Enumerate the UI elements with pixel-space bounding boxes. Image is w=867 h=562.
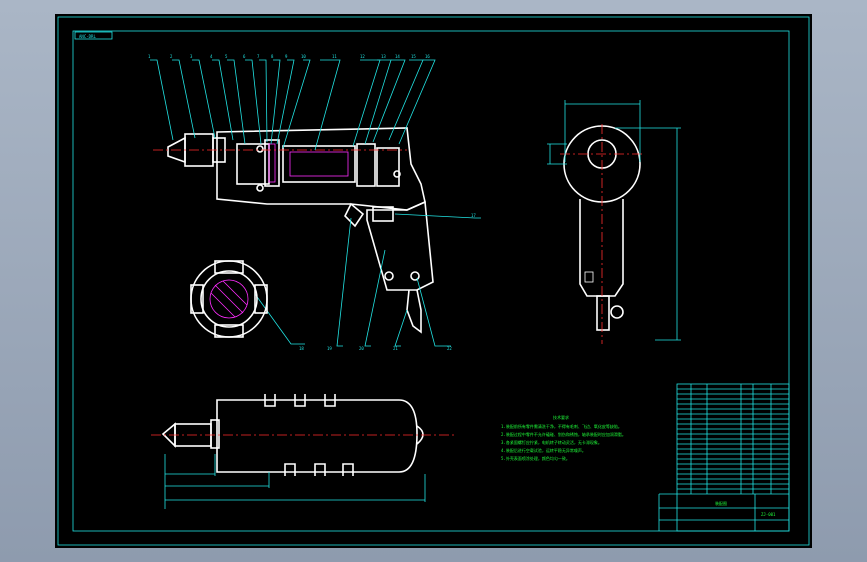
svg-text:13: 13 [381, 54, 386, 59]
svg-text:4.装配后进行空载试验，运转平稳无异常噪声。: 4.装配后进行空载试验，运转平稳无异常噪声。 [501, 447, 586, 453]
svg-text:18: 18 [299, 346, 304, 351]
svg-text:16: 16 [425, 54, 430, 59]
svg-text:17: 17 [471, 213, 476, 218]
svg-text:7: 7 [257, 54, 260, 59]
svg-text:2.装配过程中零件不允许磕碰、划伤和锈蚀，轴承装配时应加润滑: 2.装配过程中零件不允许磕碰、划伤和锈蚀，轴承装配时应加润滑脂。 [501, 431, 626, 437]
svg-text:1: 1 [148, 54, 151, 59]
top-view [151, 394, 455, 509]
screw-2 [256, 184, 264, 192]
svg-text:技术要求: 技术要求 [553, 414, 569, 420]
front-view [547, 100, 681, 344]
trigger [344, 202, 365, 228]
parts-list-rows [677, 388, 789, 490]
corner-tag: ANC-DRL [79, 34, 96, 39]
section-view [190, 260, 268, 338]
svg-text:5: 5 [225, 54, 228, 59]
motor-stator [282, 145, 356, 183]
svg-text:2: 2 [170, 54, 173, 59]
svg-text:6: 6 [243, 54, 246, 59]
svg-text:9: 9 [285, 54, 288, 59]
switch [372, 206, 394, 222]
svg-text:11: 11 [332, 54, 337, 59]
screw-4 [384, 271, 394, 281]
drawing-svg: ANC-DRL 1 2 3 4 5 6 7 8 9 10 11 12 13 14… [57, 16, 810, 546]
bearing-front [264, 139, 280, 187]
power-cord [406, 289, 422, 334]
leader-lines [150, 59, 481, 347]
title-block: 装配图 ZJ-001 [658, 383, 790, 532]
svg-text:8: 8 [271, 54, 274, 59]
svg-text:5.外壳表面喷涂处理，颜色均匀一致。: 5.外壳表面喷涂处理，颜色均匀一致。 [501, 455, 570, 461]
screw-1 [256, 145, 264, 153]
motor-rotor [289, 151, 349, 177]
brush-holder [376, 147, 400, 187]
svg-text:4: 4 [210, 54, 213, 59]
svg-text:3.各紧固螺钉应拧紧，电机转子转动灵活，无卡滞现象。: 3.各紧固螺钉应拧紧，电机转子转动灵活，无卡滞现象。 [501, 439, 602, 445]
screw-5 [410, 271, 420, 281]
cad-drawing-canvas[interactable]: ANC-DRL 1 2 3 4 5 6 7 8 9 10 11 12 13 14… [55, 14, 812, 548]
svg-text:20: 20 [359, 346, 364, 351]
svg-text:14: 14 [395, 54, 400, 59]
svg-text:22: 22 [447, 346, 452, 351]
svg-text:19: 19 [327, 346, 332, 351]
svg-text:1.装配前所有零件需清洗干净，不得有毛刺、飞边、氧化皮等缺陷: 1.装配前所有零件需清洗干净，不得有毛刺、飞边、氧化皮等缺陷。 [501, 423, 622, 429]
technical-requirements: 技术要求 1.装配前所有零件需清洗干净，不得有毛刺、飞边、氧化皮等缺陷。 2.装… [501, 414, 626, 461]
leader-numbers: 1 2 3 4 5 6 7 8 9 10 11 12 13 14 15 16 1… [148, 54, 476, 351]
svg-text:12: 12 [360, 54, 365, 59]
svg-text:装配图: 装配图 [715, 500, 727, 506]
side-view: 1 2 3 4 5 6 7 8 9 10 11 12 13 14 15 16 1… [148, 54, 481, 351]
inner-border [72, 30, 790, 532]
svg-text:10: 10 [301, 54, 306, 59]
svg-text:3: 3 [190, 54, 193, 59]
svg-text:21: 21 [393, 346, 398, 351]
svg-text:ZJ-001: ZJ-001 [761, 512, 776, 517]
svg-text:15: 15 [411, 54, 416, 59]
housing-outline [216, 127, 426, 211]
